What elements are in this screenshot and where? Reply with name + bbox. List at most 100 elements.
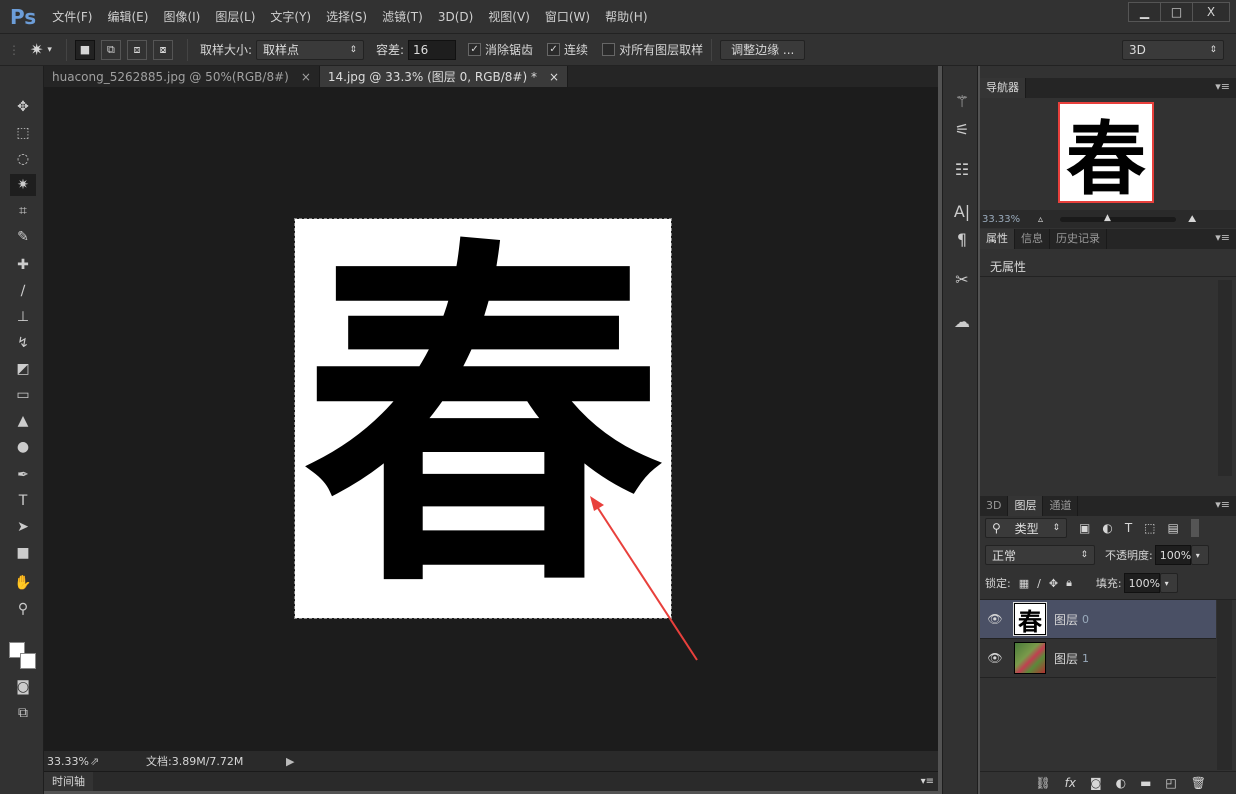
menu-edit[interactable]: 编辑(E): [108, 8, 149, 25]
subtract-selection-button[interactable]: ⧈: [126, 39, 147, 60]
add-selection-button[interactable]: ⧉: [100, 39, 121, 60]
lock-pixels-icon[interactable]: ∕: [1037, 577, 1041, 590]
adjustment-layer-icon[interactable]: ◐: [1116, 776, 1126, 790]
tool-preset-dropdown[interactable]: ▾: [47, 45, 52, 55]
healing-brush-tool-icon[interactable]: ✚: [10, 254, 36, 276]
zoom-tool-icon[interactable]: ⚲: [10, 598, 36, 620]
tab-3d[interactable]: 3D: [980, 496, 1009, 516]
path-selection-tool-icon[interactable]: ➤: [10, 516, 36, 538]
panel-menu-icon[interactable]: ▾≡: [1215, 498, 1230, 511]
character-icon[interactable]: A|: [951, 202, 973, 221]
menu-select[interactable]: 选择(S): [326, 8, 367, 25]
add-mask-icon[interactable]: ◙: [1090, 776, 1102, 790]
filter-shape-icon[interactable]: ⬚: [1144, 521, 1155, 535]
antialias-checkbox[interactable]: ✓: [468, 43, 482, 56]
menu-file[interactable]: 文件(F): [52, 8, 92, 25]
tab-channels[interactable]: 通道: [1043, 496, 1079, 516]
menu-window[interactable]: 窗口(W): [545, 8, 590, 25]
blur-tool-icon[interactable]: ▲: [10, 410, 36, 432]
visibility-eye-icon[interactable]: 👁︎: [980, 651, 1010, 665]
filter-toggle[interactable]: [1190, 519, 1199, 537]
navigator-preview[interactable]: 春: [1058, 102, 1154, 203]
panel-menu-icon[interactable]: ▾≡: [1215, 80, 1230, 93]
opacity-input[interactable]: 100%: [1154, 545, 1191, 565]
fill-dropdown[interactable]: ▾: [1159, 573, 1178, 593]
filter-smart-object-icon[interactable]: ▤: [1168, 521, 1179, 535]
marquee-tool-icon[interactable]: ⬚: [10, 122, 36, 144]
creative-cloud-icon[interactable]: ☁: [951, 312, 973, 331]
doc-tab-huacong[interactable]: huacong_5262885.jpg @ 50%(RGB/8#) ×: [44, 66, 320, 87]
tab-properties[interactable]: 属性: [980, 229, 1015, 249]
link-layers-icon[interactable]: ⛓: [1035, 776, 1050, 790]
maximize-button[interactable]: □: [1161, 3, 1193, 21]
brush-tool-icon[interactable]: ∕: [10, 280, 36, 302]
magic-wand-tool-icon[interactable]: ✷: [10, 174, 36, 196]
tab-layers[interactable]: 图层: [1008, 496, 1044, 516]
crop-tool-icon[interactable]: ⌗: [10, 200, 36, 222]
menu-3d[interactable]: 3D(D): [438, 10, 473, 24]
timeline-tab[interactable]: 时间轴: [44, 772, 93, 791]
gradient-tool-icon[interactable]: ▭: [10, 384, 36, 406]
panel-menu-icon[interactable]: ▾≡: [921, 776, 934, 787]
doc-tab-14jpg[interactable]: 14.jpg @ 33.3% (图层 0, RGB/8#) * ×: [319, 66, 569, 87]
layer-row-1[interactable]: 👁︎ 图层 1: [980, 639, 1216, 678]
menu-image[interactable]: 图像(I): [163, 8, 200, 25]
panel-menu-icon[interactable]: ▾≡: [1215, 231, 1230, 244]
opacity-dropdown[interactable]: ▾: [1190, 545, 1209, 565]
close-icon[interactable]: ×: [549, 70, 559, 84]
sample-size-select[interactable]: 取样点 ⇕: [255, 39, 364, 60]
layer-name[interactable]: 图层: [1054, 611, 1078, 628]
fx-icon[interactable]: fx: [1065, 776, 1076, 790]
layers-scrollbar[interactable]: [1217, 600, 1232, 770]
sample-all-layers-checkbox[interactable]: [602, 43, 616, 56]
status-menu-arrow-icon[interactable]: ▶: [286, 755, 294, 768]
tab-info[interactable]: 信息: [1015, 229, 1050, 249]
dodge-tool-icon[interactable]: ●: [10, 436, 36, 458]
rectangle-tool-icon[interactable]: ■: [10, 542, 36, 564]
minimize-button[interactable]: ▁: [1129, 3, 1161, 21]
lock-transparency-icon[interactable]: ▦: [1019, 577, 1029, 590]
paragraph-icon[interactable]: ¶: [951, 230, 973, 249]
properties-scrollbar[interactable]: [1218, 280, 1232, 476]
refine-edge-button[interactable]: 调整边缘 ...: [720, 39, 806, 60]
tool-presets-icon[interactable]: ✂: [951, 270, 973, 289]
visibility-eye-icon[interactable]: 👁︎: [980, 612, 1010, 626]
layer-row-0[interactable]: 👁︎ 春 图层 0: [980, 600, 1216, 639]
share-icon[interactable]: ⇗: [90, 755, 146, 768]
filter-adjustment-icon[interactable]: ◐: [1102, 521, 1112, 535]
layer-filter-select[interactable]: ⚲ 类型 ⇕: [985, 518, 1067, 538]
quick-mask-icon[interactable]: ◙: [10, 676, 36, 698]
type-tool-icon[interactable]: T: [10, 490, 36, 512]
contiguous-checkbox[interactable]: ✓: [547, 43, 561, 56]
lasso-tool-icon[interactable]: ◌: [10, 148, 36, 170]
eraser-tool-icon[interactable]: ◩: [10, 358, 36, 380]
layer-name[interactable]: 图层: [1054, 650, 1078, 667]
lock-all-icon[interactable]: 🔒︎: [1066, 576, 1072, 590]
filter-pixel-icon[interactable]: ▣: [1079, 521, 1090, 535]
tolerance-input[interactable]: 16: [408, 39, 457, 60]
menu-layer[interactable]: 图层(L): [215, 8, 255, 25]
move-tool-icon[interactable]: ✥: [10, 96, 36, 118]
eyedropper-tool-icon[interactable]: ✎: [10, 226, 36, 248]
intersect-selection-button[interactable]: ⧇: [152, 39, 173, 60]
brush-presets-icon[interactable]: ⚚: [951, 92, 973, 111]
menu-filter[interactable]: 滤镜(T): [382, 8, 423, 25]
pen-tool-icon[interactable]: ✒: [10, 464, 36, 486]
lock-position-icon[interactable]: ✥: [1049, 577, 1058, 590]
navigator-zoom-value[interactable]: 33.33%: [980, 214, 1038, 225]
workspace-select[interactable]: 3D ⇕: [1122, 40, 1224, 60]
close-icon[interactable]: ×: [301, 70, 311, 84]
menu-help[interactable]: 帮助(H): [605, 8, 647, 25]
magic-wand-icon[interactable]: ✷: [30, 40, 43, 59]
fill-input[interactable]: 100%: [1123, 573, 1160, 593]
delete-layer-icon[interactable]: 🗑︎: [1191, 776, 1206, 790]
close-button[interactable]: X: [1193, 3, 1229, 21]
zoom-level[interactable]: 33.33%: [44, 755, 90, 768]
zoom-out-icon[interactable]: ▵: [1038, 214, 1060, 225]
zoom-in-icon[interactable]: ⛰: [1188, 214, 1196, 225]
clone-source-icon[interactable]: ☷: [951, 160, 973, 179]
menu-view[interactable]: 视图(V): [488, 8, 530, 25]
background-color-swatch[interactable]: [20, 653, 36, 669]
new-layer-icon[interactable]: ◰: [1165, 776, 1176, 790]
new-selection-button[interactable]: ■: [74, 39, 95, 60]
